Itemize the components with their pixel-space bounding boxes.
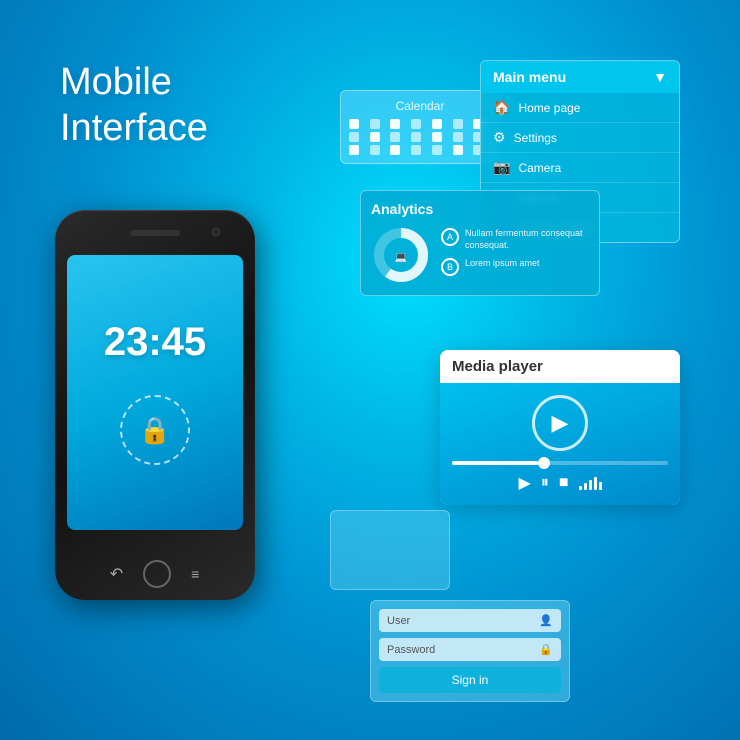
media-progress-fill (452, 461, 538, 465)
media-progress-thumb (538, 457, 550, 469)
cal-cell (370, 119, 380, 129)
pause-button[interactable]: ⏸ (541, 474, 549, 492)
back-button[interactable]: ↶ (110, 564, 123, 584)
svg-text:💻: 💻 (395, 252, 408, 263)
page-title: Mobile Interface (60, 60, 208, 151)
menu-item-home[interactable]: 🏠 Home page (481, 93, 679, 123)
badge-a: A (441, 228, 459, 246)
analytics-text-a: Nullam fermentum consequat consequat. (465, 228, 589, 251)
cal-cell (453, 132, 463, 142)
login-panel: User 👤 Password 🔒 Sign in (370, 600, 570, 702)
analytics-content: 💻 A Nullam fermentum consequat consequat… (371, 225, 589, 285)
analytics-list: A Nullam fermentum consequat consequat. … (441, 228, 589, 281)
cal-cell (370, 132, 380, 142)
cal-cell (370, 145, 380, 155)
cal-cell (411, 145, 421, 155)
settings-icon: ⚙ (493, 129, 506, 146)
media-player-title: Media player (440, 350, 680, 383)
phone-speaker (130, 230, 180, 236)
phone-screen: 23:45 🔒 (67, 255, 243, 530)
cal-cell (432, 119, 442, 129)
user-icon: 👤 (539, 614, 553, 627)
phone-bottom-bar: ↶ ≡ (55, 560, 255, 588)
cal-cell (349, 119, 359, 129)
calendar-grid (349, 119, 491, 155)
cal-cell (390, 119, 400, 129)
vol-bar-5 (599, 482, 602, 490)
play-button[interactable]: ▶ (519, 473, 531, 493)
media-progress-bar[interactable] (452, 461, 668, 465)
menu-dropdown-icon: ▼ (653, 69, 667, 85)
donut-chart: 💻 (371, 225, 431, 285)
extra-panel (330, 510, 450, 590)
analytics-item-a: A Nullam fermentum consequat consequat. (441, 228, 589, 251)
stop-button[interactable]: ■ (559, 474, 569, 492)
menu-button[interactable]: ≡ (191, 566, 200, 582)
cal-cell (349, 132, 359, 142)
cal-cell (390, 145, 400, 155)
username-field[interactable]: User 👤 (379, 609, 561, 632)
cal-cell (432, 132, 442, 142)
password-label: Password (387, 644, 435, 656)
vol-bar-4 (594, 477, 597, 490)
phone-camera (212, 228, 220, 236)
home-icon: 🏠 (493, 99, 510, 116)
cal-cell (349, 145, 359, 155)
cal-cell (411, 132, 421, 142)
menu-header: Main menu ▼ (481, 61, 679, 93)
menu-item-label: Home page (518, 101, 580, 115)
badge-b: B (441, 258, 459, 276)
analytics-panel: Analytics 💻 A Nullam fermentum consequat… (360, 190, 600, 296)
menu-title: Main menu (493, 69, 566, 85)
vol-bar-3 (589, 480, 592, 490)
volume-bars (579, 476, 602, 490)
password-field[interactable]: Password 🔒 (379, 638, 561, 661)
cal-cell (432, 145, 442, 155)
menu-item-label: Settings (514, 131, 557, 145)
menu-item-settings[interactable]: ⚙ Settings (481, 123, 679, 153)
phone-lock-circle: 🔒 (120, 395, 190, 465)
cal-cell (390, 132, 400, 142)
cal-cell (411, 119, 421, 129)
vol-bar-1 (579, 486, 582, 490)
calendar-panel: Calendar (340, 90, 500, 164)
panels-container: Calendar Main menu (340, 40, 720, 720)
media-controls: ▶ ⏸ ■ (519, 473, 602, 493)
media-player: Media player ▶ ▶ ⏸ ■ (440, 350, 680, 505)
analytics-item-b: B Lorem ipsum amet (441, 258, 589, 276)
lock-icon: 🔒 (139, 415, 171, 446)
media-player-body: ▶ ▶ ⏸ ■ (440, 383, 680, 505)
username-label: User (387, 615, 410, 627)
signin-button[interactable]: Sign in (379, 667, 561, 693)
analytics-title: Analytics (371, 201, 589, 217)
phone: 23:45 🔒 ↶ ≡ (55, 210, 255, 600)
analytics-text-b: Lorem ipsum amet (465, 258, 540, 270)
cal-cell (453, 145, 463, 155)
cal-cell (453, 119, 463, 129)
vol-bar-2 (584, 483, 587, 490)
calendar-title: Calendar (349, 99, 491, 113)
home-button[interactable] (143, 560, 171, 588)
phone-time: 23:45 (104, 320, 206, 365)
play-button-large[interactable]: ▶ (532, 395, 588, 451)
lock-icon-small: 🔒 (539, 643, 553, 656)
menu-item-camera[interactable]: 📷 Camera (481, 153, 679, 183)
camera-icon: 📷 (493, 159, 510, 176)
menu-item-label: Camera (518, 161, 561, 175)
